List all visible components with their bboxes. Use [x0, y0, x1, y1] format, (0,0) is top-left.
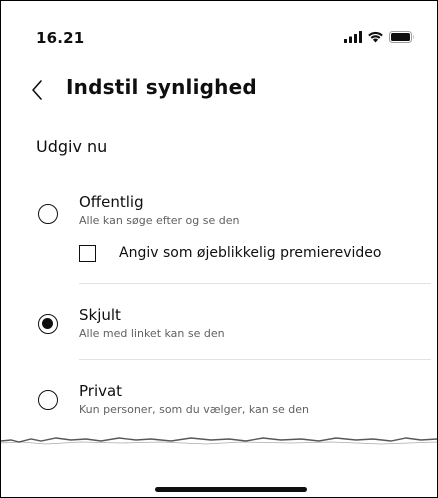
wifi-icon — [368, 31, 383, 43]
top-app-bar: Indstil synlighed — [1, 67, 437, 111]
chevron-left-icon — [32, 80, 42, 100]
divider — [79, 283, 431, 284]
signal-icon — [344, 31, 362, 43]
option-title: Privat — [79, 382, 123, 400]
battery-icon — [389, 31, 414, 43]
option-title: Skjult — [79, 306, 121, 324]
radio-unlisted[interactable] — [38, 314, 58, 334]
status-time: 16.21 — [36, 29, 85, 47]
screen: 16.21 Indstil synlighed Udgiv nu Offentl… — [0, 0, 438, 498]
visibility-option-unlisted[interactable]: Skjult Alle med linket kan se den — [1, 306, 437, 346]
divider — [79, 359, 431, 360]
visibility-option-private[interactable]: Privat Kun personer, som du vælger, kan … — [1, 382, 437, 422]
premiere-checkbox-label: Angiv som øjeblikkelig premierevideo — [119, 245, 382, 261]
radio-private[interactable] — [38, 390, 58, 410]
torn-edge — [1, 437, 437, 445]
status-icons — [344, 31, 415, 43]
option-subtitle: Kun personer, som du vælger, kan se den — [79, 403, 309, 416]
status-bar: 16.21 — [1, 1, 437, 61]
home-indicator — [155, 487, 307, 492]
visibility-option-public[interactable]: Offentlig Alle kan søge efter og se den — [1, 193, 437, 233]
radio-public[interactable] — [38, 204, 58, 224]
page-title: Indstil synlighed — [66, 75, 257, 99]
option-subtitle: Alle kan søge efter og se den — [79, 214, 240, 227]
section-title: Udgiv nu — [36, 137, 108, 156]
premiere-checkbox[interactable] — [79, 245, 96, 262]
back-button[interactable] — [23, 75, 51, 105]
option-title: Offentlig — [79, 193, 144, 211]
option-subtitle: Alle med linket kan se den — [79, 327, 225, 340]
